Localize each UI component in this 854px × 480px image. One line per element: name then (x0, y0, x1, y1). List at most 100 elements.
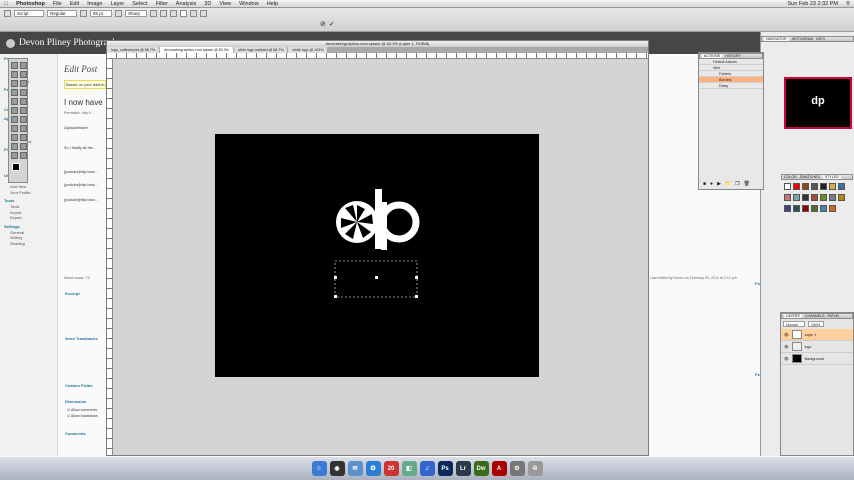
menu-help[interactable]: Help (263, 1, 282, 7)
tab-navigator[interactable]: NAVIGATOR (764, 37, 789, 41)
wp-excerpt-heading[interactable]: Excerpt (65, 291, 80, 296)
font-style-select[interactable]: Regular (47, 10, 77, 17)
antialias-select[interactable]: Sharp (125, 10, 147, 17)
tab-history[interactable]: HISTORY (725, 54, 741, 58)
style-swatch[interactable] (829, 183, 836, 190)
sidebar-item[interactable]: Your Profile (4, 190, 53, 196)
menu-select[interactable]: Select (128, 1, 151, 7)
sidebar-heading-tools[interactable]: Tools (4, 197, 53, 204)
new-set-icon[interactable]: 📁 (725, 181, 731, 187)
menu-layer[interactable]: Layer (107, 1, 129, 7)
menu-view[interactable]: View (215, 1, 235, 7)
new-action-icon[interactable]: ❐ (735, 181, 739, 187)
wp-permalink[interactable]: Permalink: http://... (64, 111, 94, 115)
style-swatch[interactable] (838, 183, 845, 190)
wp-allow-trackbacks[interactable]: ☑ Allow trackbacks (67, 414, 98, 418)
wp-post-title[interactable]: I now have (64, 98, 103, 107)
menu-file[interactable]: File (49, 1, 66, 7)
tool-button[interactable] (11, 107, 18, 114)
warp-text-icon[interactable] (190, 10, 197, 17)
tool-button[interactable] (20, 71, 27, 78)
font-size-select[interactable]: 65 pt (90, 10, 112, 17)
wp-comments-heading[interactable]: Comments (65, 431, 86, 436)
font-family-select[interactable]: Script (14, 10, 44, 17)
navigator-thumbnail[interactable]: dp (784, 77, 852, 129)
style-swatch[interactable] (793, 205, 800, 212)
sidebar-item[interactable]: Reading (4, 241, 53, 247)
app-menu[interactable]: Photoshop (12, 1, 49, 7)
dock-lightroom-icon[interactable]: Lr (455, 461, 471, 476)
style-swatch[interactable] (820, 205, 827, 212)
tab-actions[interactable]: ACTIONS (702, 54, 722, 58)
vertical-ruler[interactable] (107, 59, 113, 455)
record-icon[interactable]: ● (710, 181, 713, 187)
tool-button[interactable] (20, 116, 27, 123)
cancel-edit-icon[interactable]: ⊘ (320, 20, 326, 28)
tool-button[interactable] (20, 98, 27, 105)
wp-allow-comments[interactable]: ☑ Allow comments (67, 408, 97, 412)
style-swatch[interactable] (820, 183, 827, 190)
tool-button[interactable] (11, 62, 18, 69)
style-swatch[interactable] (784, 183, 791, 190)
style-swatch[interactable] (811, 194, 818, 201)
dock-dreamweaver-icon[interactable]: Dw (473, 461, 489, 476)
tool-button[interactable] (20, 62, 27, 69)
sidebar-item[interactable]: Export (4, 215, 53, 221)
style-swatch[interactable] (802, 194, 809, 201)
dock-mail-icon[interactable]: ✉ (347, 461, 363, 476)
menu-3d[interactable]: 3D (200, 1, 215, 7)
dock-system-prefs-icon[interactable]: ⚙ (509, 461, 525, 476)
apple-menu-icon[interactable]:  (0, 1, 12, 7)
stop-icon[interactable]: ■ (703, 181, 706, 187)
document-canvas[interactable] (215, 134, 539, 377)
tool-button[interactable] (11, 125, 18, 132)
dock-preview-icon[interactable]: ◧ (401, 461, 417, 476)
tool-button[interactable] (20, 134, 27, 141)
tool-button[interactable] (11, 98, 18, 105)
eye-icon[interactable]: 👁 (784, 357, 789, 361)
style-swatch[interactable] (793, 183, 800, 190)
menu-image[interactable]: Image (83, 1, 106, 7)
style-swatch[interactable] (811, 205, 818, 212)
tool-button[interactable] (20, 89, 27, 96)
tool-button[interactable] (20, 152, 27, 159)
foreground-color-swatch[interactable] (12, 163, 20, 171)
play-icon[interactable]: ▶ (717, 181, 721, 187)
style-swatch[interactable] (784, 205, 791, 212)
tool-button[interactable] (20, 143, 27, 150)
tab-channels[interactable]: CHANNELS (805, 314, 825, 318)
spotlight-icon[interactable]: ⚲ (842, 1, 854, 7)
dock-finder-icon[interactable]: ☺ (311, 461, 327, 476)
dock-dashboard-icon[interactable]: ◉ (329, 461, 345, 476)
tool-button[interactable] (20, 80, 27, 87)
delete-icon[interactable]: 🗑 (744, 181, 750, 187)
dock-photoshop-icon[interactable]: Ps (437, 461, 453, 476)
eye-icon[interactable]: 👁 (784, 333, 789, 337)
tool-button[interactable] (11, 80, 18, 87)
wordpress-logo-icon[interactable] (6, 38, 15, 48)
dock-safari-icon[interactable]: ✪ (365, 461, 381, 476)
sidebar-heading-settings[interactable]: Settings (4, 223, 53, 230)
tool-button[interactable] (11, 116, 18, 123)
opacity-field[interactable]: 100% (808, 321, 824, 327)
tab-styles[interactable]: STYLES (822, 175, 841, 179)
menu-analysis[interactable]: Analysis (172, 1, 200, 7)
style-swatch[interactable] (802, 205, 809, 212)
tool-button[interactable] (11, 152, 18, 159)
action-row[interactable]: Delay (699, 83, 763, 89)
tool-button[interactable] (11, 71, 18, 78)
tool-button[interactable] (20, 125, 27, 132)
tab-color[interactable]: COLOR (784, 175, 797, 179)
style-swatch[interactable] (820, 194, 827, 201)
dock-trash-icon[interactable]: ♲ (527, 461, 543, 476)
style-swatch[interactable] (811, 183, 818, 190)
align-left-icon[interactable] (150, 10, 157, 17)
wp-custom-fields-heading[interactable]: Custom Fields (65, 383, 93, 388)
tool-button[interactable] (11, 134, 18, 141)
tool-button[interactable] (20, 107, 27, 114)
dock-acrobat-icon[interactable]: A (491, 461, 507, 476)
dock-ical-icon[interactable]: 20 (383, 461, 399, 476)
tab-info[interactable]: INFO (816, 37, 825, 41)
tab-layers[interactable]: LAYERS (784, 314, 802, 318)
tab-paths[interactable]: PATHS (828, 314, 839, 318)
